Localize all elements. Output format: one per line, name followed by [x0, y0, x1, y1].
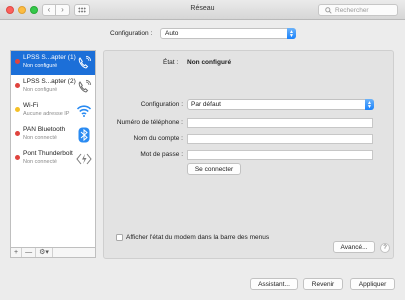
thunderbolt-icon: [76, 150, 92, 167]
location-select[interactable]: Auto ▲ ▼: [160, 28, 296, 39]
service-status: Non connecté: [23, 135, 57, 141]
config-select[interactable]: Par défaut ▲ ▼: [187, 99, 374, 110]
show-modem-status-checkbox[interactable]: [116, 234, 123, 241]
service-list: LPSS S...apter (1) Non configuré LPSS S...…: [10, 50, 96, 248]
location-label: Configuration :: [110, 30, 153, 37]
service-item[interactable]: Wi-Fi Aucune adresse IP: [11, 99, 95, 123]
config-label: Configuration :: [140, 101, 183, 108]
service-name: Pont Thunderbolt: [23, 150, 73, 157]
advanced-button[interactable]: Avancé...: [333, 241, 375, 253]
service-status: Aucune adresse IP: [23, 111, 70, 117]
search-icon: [325, 6, 332, 14]
status-dot-icon: [15, 131, 20, 136]
revert-button[interactable]: Revenir: [303, 278, 343, 290]
assistant-button[interactable]: Assistant...: [250, 278, 298, 290]
phone-icon: [76, 78, 92, 95]
service-item[interactable]: PAN Bluetooth Non connecté: [11, 123, 95, 147]
apply-button[interactable]: Appliquer: [350, 278, 395, 290]
account-name-label: Nom du compte :: [133, 135, 184, 142]
show-modem-status-label: Afficher l'état du modem dans la barre d…: [126, 234, 270, 241]
service-list-controls: + — ⚙▾: [10, 248, 96, 258]
connect-button[interactable]: Se connecter: [187, 163, 241, 175]
bluetooth-icon: [76, 126, 92, 143]
account-name-field[interactable]: [187, 134, 373, 144]
phone-label: Numéro de téléphone :: [116, 119, 183, 126]
service-name: PAN Bluetooth: [23, 126, 66, 133]
updown-arrows-icon: ▲ ▼: [287, 28, 296, 39]
service-name: LPSS S...apter (2): [23, 78, 76, 85]
service-name: LPSS S...apter (1): [23, 54, 76, 61]
help-button[interactable]: ?: [380, 243, 390, 253]
status-dot-icon: [15, 83, 20, 88]
wifi-icon: [76, 102, 92, 119]
service-actions-gear-button[interactable]: ⚙▾: [36, 248, 53, 257]
service-item[interactable]: LPSS S...apter (2) Non configuré: [11, 75, 95, 99]
status-value: Non configuré: [187, 59, 232, 66]
service-item[interactable]: Pont Thunderbolt Non connecté: [11, 147, 95, 171]
status-dot-icon: [15, 155, 20, 160]
config-value: Par défaut: [191, 101, 221, 108]
status-dot-icon: [15, 107, 20, 112]
status-dot-icon: [15, 59, 20, 64]
title-bar: ‹ › Réseau Rechercher: [0, 0, 405, 20]
service-name: Wi-Fi: [23, 102, 39, 109]
updown-arrows-icon: ▲ ▼: [365, 99, 374, 110]
remove-service-button[interactable]: —: [22, 248, 37, 257]
password-field[interactable]: [187, 150, 373, 160]
search-field[interactable]: Rechercher: [318, 4, 398, 16]
service-status: Non connecté: [23, 159, 57, 165]
service-status: Non configuré: [23, 63, 58, 69]
service-item[interactable]: LPSS S...apter (1) Non configuré: [11, 51, 95, 75]
add-service-button[interactable]: +: [11, 248, 23, 257]
password-label: Mot de passe :: [140, 151, 183, 158]
search-placeholder: Rechercher: [335, 6, 369, 14]
phone-icon: [76, 54, 92, 71]
phone-number-field[interactable]: [187, 118, 373, 128]
location-value: Auto: [165, 30, 179, 37]
service-status: Non configuré: [23, 87, 58, 93]
status-label: État :: [163, 59, 179, 66]
